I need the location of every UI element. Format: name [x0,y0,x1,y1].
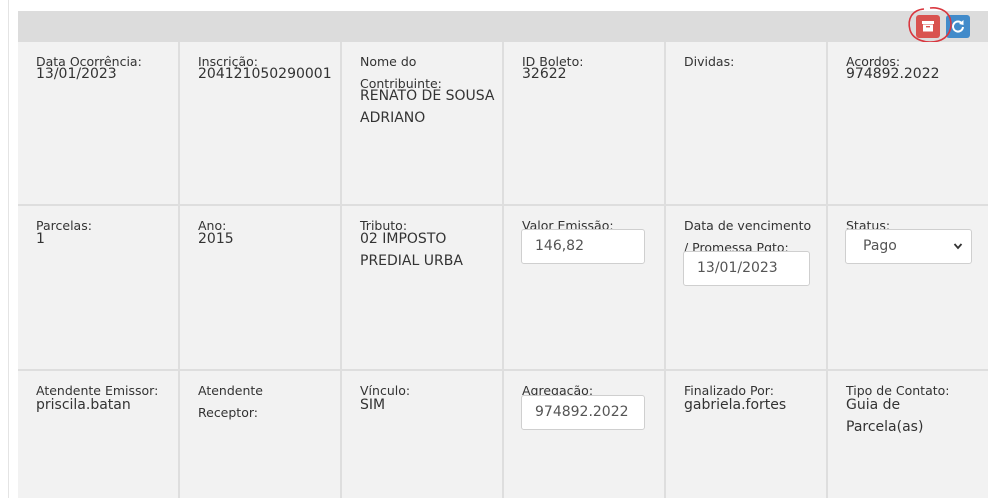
cell-data-vencimento: Data de vencimento / Promessa Pgto: 13/0… [666,206,826,369]
value-data-ocorrencia: 13/01/2023 [36,66,117,82]
detail-grid: Data Ocorrência: 13/01/2023 Inscrição: 2… [18,42,988,498]
chevron-down-icon [953,243,963,250]
value-tributo: 02 IMPOSTO PREDIAL URBA [360,231,463,269]
cell-ano: Ano: 2015 [180,206,340,369]
value-nome-contribuinte: RENATO DE SOUSA ADRIANO [360,88,495,126]
cell-nome-contribuinte: Nome do Contribuinte: RENATO DE SOUSA AD… [342,42,502,204]
valor-emissao-input[interactable]: 146,82 [521,229,645,264]
cell-dividas: Dividas: [666,42,826,204]
cell-finalizado-por: Finalizado Por: gabriela.fortes [666,371,826,498]
value-finalizado-por: gabriela.fortes [684,397,787,413]
value-parcelas: 1 [36,231,45,247]
value-acordos: 974892.2022 [846,66,940,82]
cell-atendente-receptor: Atendente Receptor: [180,371,340,498]
cell-status: Status: Pago [828,206,988,369]
value-id-boleto: 32622 [522,66,567,82]
value-atendente-emissor: priscila.batan [36,397,131,413]
cell-parcelas: Parcelas: 1 [18,206,178,369]
value-inscricao: 204121050290001 [198,66,332,82]
data-vencimento-input[interactable]: 13/01/2023 [683,251,810,286]
agregacao-input[interactable]: 974892.2022 [521,395,645,430]
cell-tributo: Tributo: 02 IMPOSTO PREDIAL URBA [342,206,502,369]
cell-acordos: Acordos: 974892.2022 [828,42,988,204]
label-atendente-receptor: Atendente Receptor: [198,383,263,420]
value-ano: 2015 [198,231,234,247]
cell-agregacao: Agregação: 974892.2022 [504,371,664,498]
cell-inscricao: Inscrição: 204121050290001 [180,42,340,204]
cell-atendente-emissor: Atendente Emissor: priscila.batan [18,371,178,498]
value-vinculo: SIM [360,397,386,413]
panel-header [18,11,988,42]
annotation-circle [908,7,952,43]
cell-data-ocorrencia: Data Ocorrência: 13/01/2023 [18,42,178,204]
cell-id-boleto: ID Boleto: 32622 [504,42,664,204]
status-select[interactable]: Pago [845,229,972,264]
status-select-value: Pago [863,238,897,254]
cell-valor-emissao: Valor Emissão: 146,82 [504,206,664,369]
cell-tipo-contato: Tipo de Contato: Guia de Parcela(as) [828,371,988,498]
value-tipo-contato: Guia de Parcela(as) [846,397,924,435]
page-left-border [8,0,9,498]
cell-vinculo: Vínculo: SIM [342,371,502,498]
label-dividas: Dividas: [684,54,735,69]
